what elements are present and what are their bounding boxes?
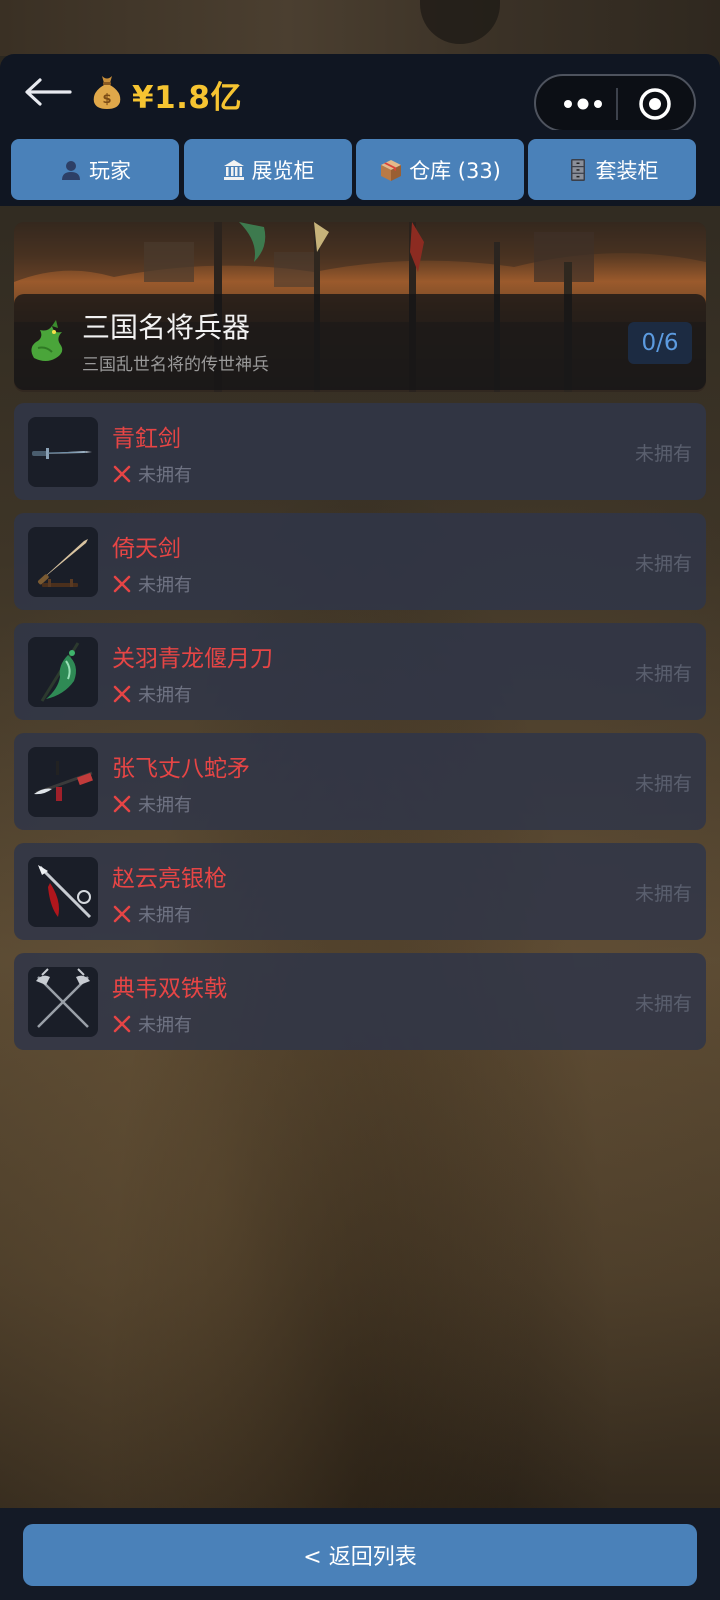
ownership-status: 未拥有 (112, 791, 192, 817)
x-mark-icon (113, 1015, 131, 1033)
tab-warehouse[interactable]: 仓库 (33) (356, 139, 524, 200)
list-item[interactable]: 典韦双铁戟 未拥有 未拥有 (14, 953, 706, 1050)
tab-player[interactable]: 玩家 (11, 139, 179, 200)
collection-title: 三国名将兵器 (82, 311, 251, 344)
list-item[interactable]: 赵云亮银枪 未拥有 未拥有 (14, 843, 706, 940)
ownership-status-label: 未拥有 (138, 1015, 192, 1036)
tab-set-cabinet-label: 套装柜 (595, 158, 659, 183)
list-item[interactable]: 关羽青龙偃月刀 未拥有 未拥有 (14, 623, 706, 720)
x-mark-icon (113, 795, 131, 813)
sword-icon (38, 539, 88, 587)
spear-icon (34, 761, 93, 801)
box-icon (381, 159, 402, 181)
more-dots-icon[interactable] (554, 88, 612, 120)
collection-header-card: 三国名将兵器 三国乱世名将的传世神兵 0/6 (14, 294, 706, 390)
tab-bar: 玩家 展览柜 仓库 (33) 套装柜 (0, 130, 720, 206)
ownership-status: 未拥有 (112, 681, 192, 707)
item-thumbnail (28, 527, 98, 597)
museum-icon (223, 159, 244, 180)
cabinet-icon (570, 158, 585, 181)
x-mark-icon (113, 575, 131, 593)
x-mark-icon (113, 685, 131, 703)
inkwell-decoration (420, 0, 500, 44)
ownership-status-label: 未拥有 (138, 685, 192, 706)
ownership-status: 未拥有 (112, 571, 192, 597)
money-bag-icon: $ (93, 76, 121, 109)
right-status-label: 未拥有 (634, 443, 692, 465)
svg-text:$: $ (102, 92, 111, 107)
target-circle-icon[interactable] (634, 86, 676, 122)
glaive-icon (40, 642, 80, 702)
item-name: 赵云亮银枪 (112, 866, 227, 892)
ownership-status: 未拥有 (112, 1011, 192, 1037)
item-name: 张飞丈八蛇矛 (112, 756, 250, 782)
ownership-status-label: 未拥有 (138, 575, 192, 596)
list-item[interactable]: 青釭剑 未拥有 未拥有 (14, 403, 706, 500)
right-status-label: 未拥有 (634, 883, 692, 905)
item-thumbnail (28, 747, 98, 817)
tab-set-cabinet[interactable]: 套装柜 (528, 139, 696, 200)
back-arrow-icon[interactable] (22, 76, 74, 108)
item-name: 典韦双铁戟 (112, 976, 227, 1002)
tab-warehouse-label: 仓库 (33) (409, 158, 501, 183)
item-thumbnail (28, 857, 98, 927)
ownership-status: 未拥有 (112, 901, 192, 927)
right-status-label: 未拥有 (634, 553, 692, 575)
list-item[interactable]: 张飞丈八蛇矛 未拥有 未拥有 (14, 733, 706, 830)
money-amount: ¥1.8亿 (132, 80, 242, 116)
background-strip (0, 0, 720, 56)
tab-player-label: 玩家 (89, 158, 131, 183)
item-thumbnail (28, 967, 98, 1037)
item-name: 关羽青龙偃月刀 (112, 646, 273, 672)
tab-showcase-label: 展览柜 (251, 158, 315, 183)
mini-program-capsule (534, 74, 696, 132)
ownership-status-label: 未拥有 (138, 465, 192, 486)
item-name: 青釭剑 (112, 426, 181, 452)
crossed-halberds-icon (36, 968, 90, 1028)
capsule-divider (616, 88, 618, 120)
top-header: $ ¥1.8亿 (0, 54, 720, 132)
return-to-list-button[interactable]: < 返回列表 (23, 1524, 697, 1586)
item-thumbnail (28, 417, 98, 487)
collection-progress-badge: 0/6 (628, 322, 692, 364)
item-thumbnail (28, 637, 98, 707)
dragon-icon (31, 320, 63, 361)
ownership-status: 未拥有 (112, 461, 192, 487)
collection-subtitle: 三国乱世名将的传世神兵 (82, 355, 269, 375)
item-name: 倚天剑 (112, 536, 181, 562)
list-item[interactable]: 倚天剑 未拥有 未拥有 (14, 513, 706, 610)
user-icon (62, 160, 80, 180)
right-status-label: 未拥有 (634, 773, 692, 795)
right-status-label: 未拥有 (634, 993, 692, 1015)
bottom-bar: < 返回列表 (0, 1508, 720, 1600)
spear-icon (38, 865, 92, 919)
tab-showcase[interactable]: 展览柜 (184, 139, 352, 200)
ownership-status-label: 未拥有 (138, 795, 192, 816)
ownership-status-label: 未拥有 (138, 905, 192, 926)
sword-icon (32, 448, 92, 459)
right-status-label: 未拥有 (634, 663, 692, 685)
x-mark-icon (113, 465, 131, 483)
x-mark-icon (113, 905, 131, 923)
